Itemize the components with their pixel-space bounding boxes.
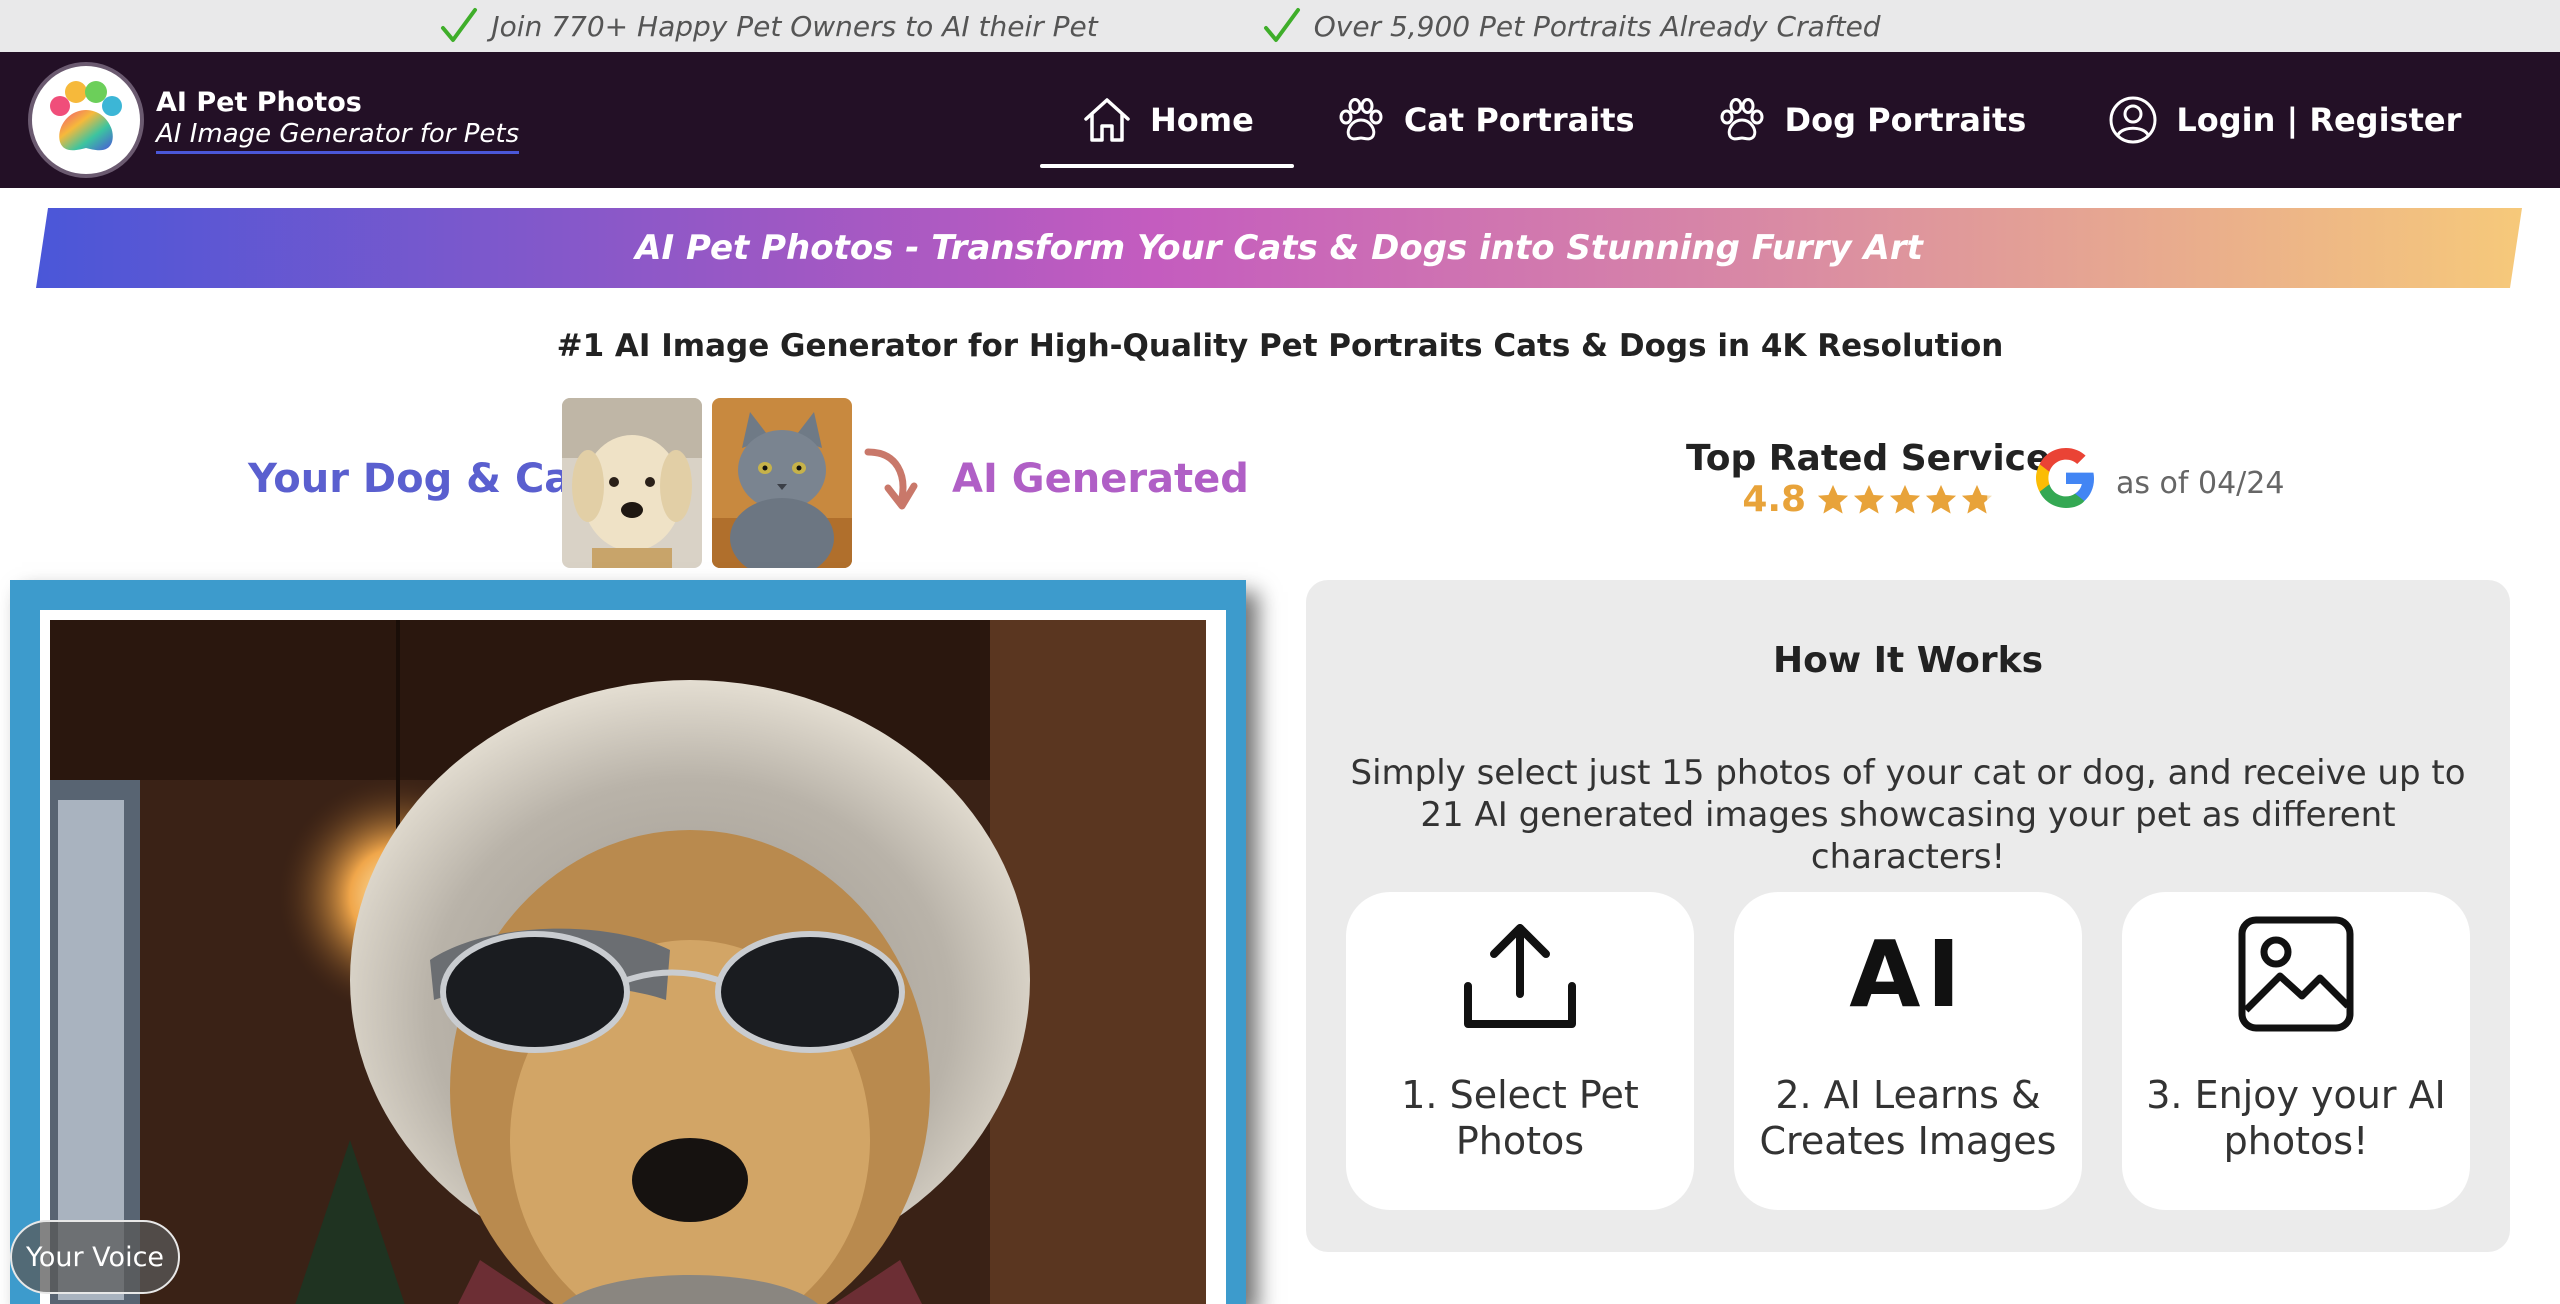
announcement-text: Join 770+ Happy Pet Owners to AI their P… [491, 9, 1098, 43]
rating-block: Top Rated Service 4.8 [1686, 438, 2050, 520]
nav-menu: Home Cat Portraits Dog Portraits Login |… [1040, 52, 2501, 188]
step-card-select-photos: 1. Select Pet Photos [1346, 892, 1694, 1210]
after-label: AI Generated [952, 456, 1249, 502]
nav-item-label: Login | Register [2176, 101, 2462, 139]
announcement-item: Over 5,900 Pet Portraits Already Crafted [1182, 6, 1881, 46]
nav-item-login-register[interactable]: Login | Register [2066, 52, 2501, 188]
checkmark-icon [1263, 8, 1300, 42]
star-icon [1962, 484, 1993, 513]
steps-list: 1. Select Pet Photos AI 2. AI Learns & C… [1346, 892, 2470, 1210]
google-icon [2036, 448, 2094, 508]
star-icon [1890, 484, 1921, 513]
user-icon [2109, 96, 2157, 144]
ai-icon: AI [1848, 914, 1968, 1034]
nav-item-dog-portraits[interactable]: Dog Portraits [1675, 52, 2067, 188]
image-icon [2236, 914, 2356, 1034]
upload-icon [1460, 914, 1580, 1034]
announcement-item: Join 770+ Happy Pet Owners to AI their P… [439, 6, 1098, 46]
rating-line: 4.8 [1686, 479, 2050, 520]
hero-image-mat [40, 610, 1226, 1304]
checkmark-icon [441, 8, 478, 42]
how-it-works-description: Simply select just 15 photos of your cat… [1350, 753, 2466, 877]
promo-banner-text: AI Pet Photos - Transform Your Cats & Do… [635, 228, 1923, 268]
dog-thumbnail [562, 398, 702, 568]
brand-tagline: AI Image Generator for Pets [156, 119, 520, 154]
nav-item-cat-portraits[interactable]: Cat Portraits [1294, 52, 1675, 188]
promo-banner: AI Pet Photos - Transform Your Cats & Do… [36, 208, 2522, 288]
nav-item-label: Dog Portraits [1784, 101, 2027, 139]
step-label: 3. Enjoy your AI photos! [2146, 1073, 2446, 1163]
star-icon [1854, 484, 1885, 513]
how-it-works-title: How It Works [1772, 640, 2044, 681]
cat-thumbnail [712, 398, 852, 568]
rating-title: Top Rated Service [1686, 438, 2051, 479]
your-voice-label: Your Voice [25, 1241, 165, 1273]
home-icon [1084, 98, 1130, 142]
step-card-enjoy-photos: 3. Enjoy your AI photos! [2122, 892, 2470, 1210]
star-icon [1926, 484, 1957, 513]
star-rating [1816, 483, 1994, 517]
nav-item-label: Cat Portraits [1403, 101, 1635, 139]
paw-icon [1720, 98, 1764, 141]
hero-image-frame [10, 580, 1246, 1304]
how-it-works-panel: How It Works Simply select just 15 photo… [1306, 580, 2510, 1252]
nav-item-home[interactable]: Home [1040, 52, 1294, 188]
announcement-bar: Join 770+ Happy Pet Owners to AI their P… [0, 0, 2560, 52]
step-label: 2. AI Learns & Creates Images [1759, 1073, 2057, 1163]
nav-item-label: Home [1150, 101, 1254, 139]
curved-arrow-icon [864, 448, 918, 510]
main-nav: AI Pet Photos AI Image Generator for Pet… [0, 52, 2560, 188]
announcement-text: Over 5,900 Pet Portraits Already Crafted [1313, 9, 1881, 43]
ai-glyph: AI [1849, 920, 1967, 1028]
step-label: 1. Select Pet Photos [1401, 1073, 1639, 1163]
star-icon [1818, 484, 1849, 513]
hero-dog-portrait [50, 620, 1206, 1304]
paw-icon [1339, 98, 1383, 141]
paw-logo-icon [28, 62, 144, 178]
before-label: Your Dog & Cat [248, 456, 591, 502]
step-card-ai-learns: AI 2. AI Learns & Creates Images [1734, 892, 2082, 1210]
brand-logo-link[interactable]: AI Pet Photos AI Image Generator for Pet… [28, 62, 520, 178]
page-headline: #1 AI Image Generator for High-Quality P… [556, 328, 2004, 364]
rating-score: 4.8 [1742, 479, 1807, 520]
rating-date: as of 04/24 [2116, 466, 2285, 501]
your-voice-button[interactable]: Your Voice [10, 1220, 180, 1294]
brand-name: AI Pet Photos [156, 86, 362, 118]
